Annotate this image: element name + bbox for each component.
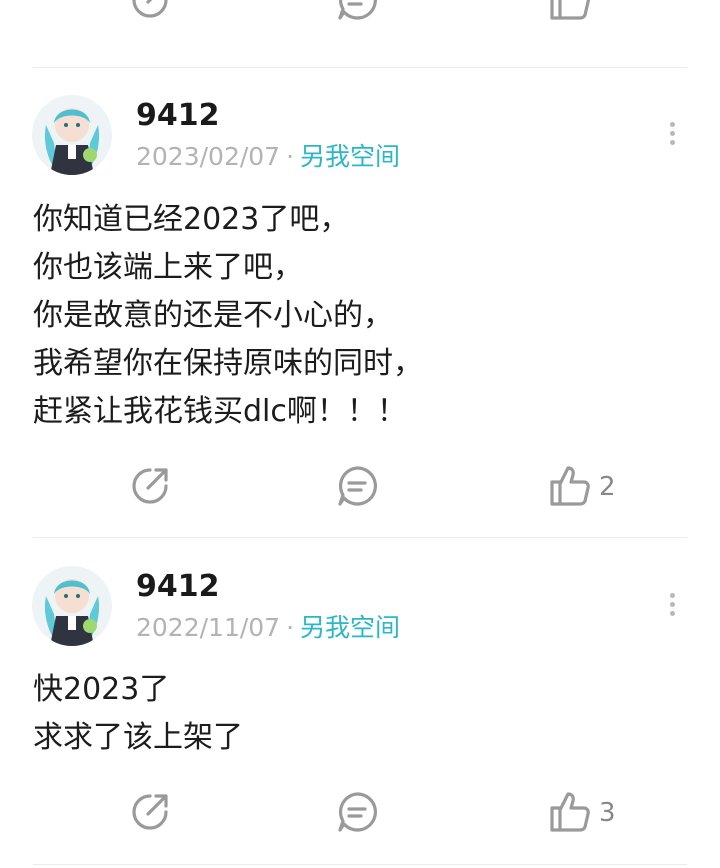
meta-separator: · [286,142,295,171]
more-options-icon[interactable] [660,589,684,619]
post-meta: 2022/11/07 · 另我空间 [136,613,400,643]
post-date: 2022/11/07 [136,613,281,642]
username[interactable]: 9412 [136,569,220,605]
share-icon[interactable] [128,0,172,22]
share-icon[interactable] [128,790,172,834]
share-icon[interactable] [128,464,172,508]
divider [33,864,687,865]
username[interactable]: 9412 [136,98,220,134]
content-line: 快2023了 [33,672,170,707]
like-icon[interactable] [548,464,592,508]
space-link[interactable]: 另我空间 [300,613,400,642]
post-meta: 2023/02/07 · 另我空间 [136,142,400,172]
content-line: 你是故意的还是不小心的， [33,298,393,333]
content-line: 求求了该上架了 [33,720,243,755]
space-link[interactable]: 另我空间 [300,142,400,171]
content-line: 我希望你在保持原味的同时， [33,346,423,381]
divider [33,67,687,68]
avatar[interactable] [32,95,112,175]
like-icon[interactable] [548,0,592,22]
like-count: 3 [599,798,616,828]
content-line: 赶紧让我花钱买dlc啊！！！ [33,394,407,429]
comment-icon[interactable] [335,0,379,22]
like-count: 2 [599,472,616,502]
more-options-icon[interactable] [660,118,684,148]
content-line: 你也该端上来了吧， [33,250,303,285]
content-line: 你知道已经2023了吧， [33,202,350,237]
post-content: 快2023了 求求了该上架了 [33,666,243,762]
post-date: 2023/02/07 [136,142,281,171]
like-icon[interactable] [548,790,592,834]
divider [33,537,687,538]
comment-icon[interactable] [335,464,379,508]
avatar[interactable] [32,566,112,646]
comment-icon[interactable] [335,790,379,834]
meta-separator: · [286,613,295,642]
post-content: 你知道已经2023了吧， 你也该端上来了吧， 你是故意的还是不小心的， 我希望你… [33,196,423,436]
